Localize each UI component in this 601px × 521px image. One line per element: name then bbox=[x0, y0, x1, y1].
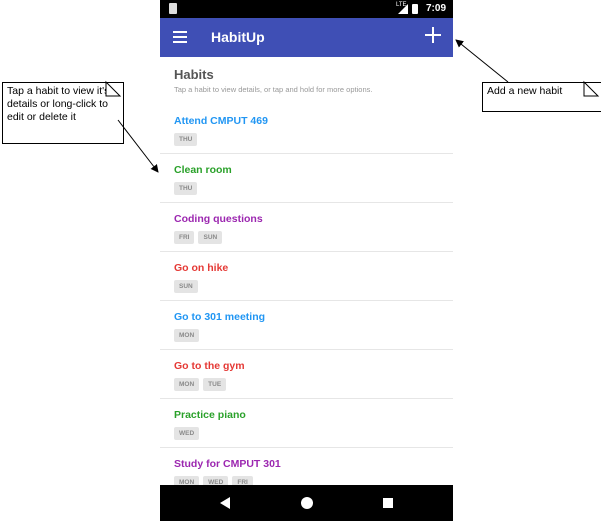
day-chip: THU bbox=[174, 182, 198, 195]
recent-apps-icon[interactable] bbox=[383, 498, 393, 508]
notification-icon bbox=[169, 3, 177, 14]
habit-row[interactable]: Go to 301 meeting MON bbox=[160, 301, 453, 350]
day-chip: WED bbox=[174, 427, 200, 440]
status-bar: LTE 7:09 bbox=[160, 0, 453, 18]
day-chip: MON bbox=[174, 378, 200, 391]
signal-icon bbox=[398, 4, 408, 14]
phone-screen: LTE 7:09 HabitUp Habits Tap a habit to v… bbox=[160, 0, 453, 521]
day-chip: THU bbox=[174, 133, 198, 146]
habit-days: MON TUE bbox=[174, 378, 227, 391]
hamburger-menu-icon[interactable] bbox=[173, 31, 187, 43]
battery-icon bbox=[412, 4, 418, 14]
habit-days: THU bbox=[174, 182, 198, 195]
habit-days: THU bbox=[174, 133, 198, 146]
navigation-bar bbox=[160, 485, 453, 521]
habit-row[interactable]: Go on hike SUN bbox=[160, 252, 453, 301]
habit-days: MON bbox=[174, 329, 200, 342]
habit-row[interactable]: Study for CMPUT 301 MON WED FRI bbox=[160, 448, 453, 485]
page-subtitle: Tap a habit to view details, or tap and … bbox=[174, 85, 373, 94]
habit-days: WED bbox=[174, 427, 200, 440]
habit-name: Go to the gym bbox=[174, 360, 245, 372]
day-chip: SUN bbox=[174, 280, 198, 293]
habit-list-screen: Habits Tap a habit to view details, or t… bbox=[160, 57, 453, 485]
habit-name: Study for CMPUT 301 bbox=[174, 458, 281, 470]
habit-name: Practice piano bbox=[174, 409, 246, 421]
habit-name: Go to 301 meeting bbox=[174, 311, 266, 323]
app-title: HabitUp bbox=[211, 29, 265, 45]
day-chip: FRI bbox=[174, 231, 195, 244]
add-habit-icon[interactable] bbox=[425, 27, 441, 43]
app-bar: HabitUp bbox=[160, 18, 453, 57]
habit-days: SUN bbox=[174, 280, 198, 293]
habit-name: Go on hike bbox=[174, 262, 229, 274]
back-icon[interactable] bbox=[220, 497, 230, 509]
day-chip: MON bbox=[174, 476, 200, 485]
home-icon[interactable] bbox=[301, 497, 313, 509]
habit-name: Attend CMPUT 469 bbox=[174, 115, 268, 127]
habit-days: MON WED FRI bbox=[174, 476, 253, 485]
habit-days: FRI SUN bbox=[174, 231, 223, 244]
day-chip: MON bbox=[174, 329, 200, 342]
page-title: Habits bbox=[174, 67, 214, 82]
right-arrow bbox=[455, 39, 509, 83]
habit-row[interactable]: Coding questions FRI SUN bbox=[160, 203, 453, 252]
habit-row[interactable]: Go to the gym MON TUE bbox=[160, 350, 453, 399]
day-chip: WED bbox=[203, 476, 229, 485]
day-chip: SUN bbox=[198, 231, 223, 244]
habit-row[interactable]: Practice piano WED bbox=[160, 399, 453, 448]
left-arrow bbox=[117, 119, 159, 173]
day-chip: FRI bbox=[232, 476, 253, 485]
habit-name: Clean room bbox=[174, 164, 232, 176]
clock: 7:09 bbox=[426, 3, 447, 14]
habit-name: Coding questions bbox=[174, 213, 263, 225]
habit-row[interactable]: Clean room THU bbox=[160, 154, 453, 203]
day-chip: TUE bbox=[203, 378, 227, 391]
habit-row[interactable]: Attend CMPUT 469 THU bbox=[160, 105, 453, 154]
